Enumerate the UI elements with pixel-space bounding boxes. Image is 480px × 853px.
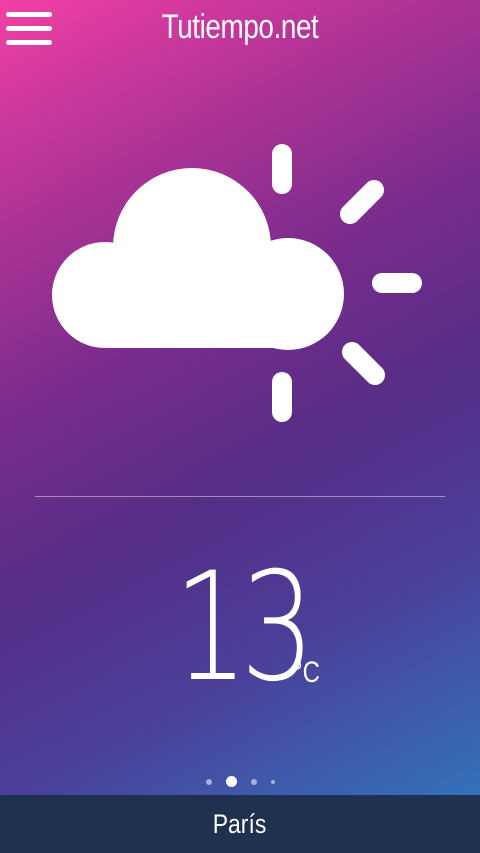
sun-ray-bottom-right: [342, 342, 385, 385]
cloud-shape: [52, 168, 344, 350]
sun-ray-top-right: [340, 180, 384, 224]
page-dot[interactable]: [270, 779, 275, 784]
page-indicator[interactable]: [0, 771, 480, 787]
app-title: Tutiempo.net: [161, 8, 319, 46]
page-dot[interactable]: [250, 778, 257, 785]
temperature-value: 13: [173, 541, 314, 715]
divider: [35, 496, 445, 497]
location-bar[interactable]: París: [0, 795, 480, 853]
city-name: París: [213, 809, 267, 839]
temperature-unit: °C: [293, 656, 320, 689]
page-dot[interactable]: [205, 778, 212, 785]
partly-cloudy-day-icon: [52, 144, 422, 422]
page-dot-active[interactable]: [225, 776, 237, 787]
temperature-display: 13 °C: [0, 548, 480, 708]
